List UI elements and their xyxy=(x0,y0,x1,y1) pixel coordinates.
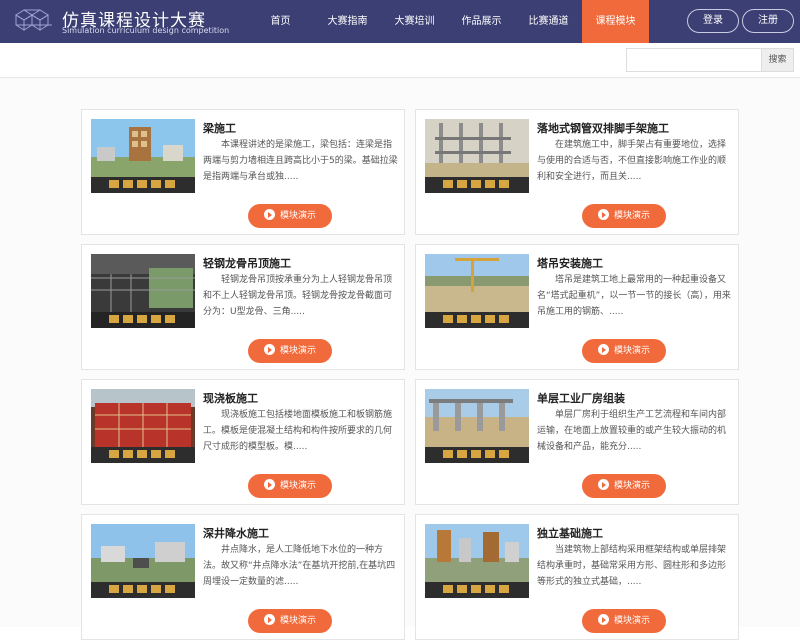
course-title[interactable]: 轻钢龙骨吊顶施工 xyxy=(203,255,291,271)
demo-button-label: 模块演示 xyxy=(613,346,650,356)
nav-training[interactable]: 大赛培训 xyxy=(381,0,448,43)
play-icon xyxy=(263,209,275,220)
nav-home[interactable]: 首页 xyxy=(247,0,314,43)
search-button[interactable]: 搜索 xyxy=(762,48,794,72)
demo-button-label: 模块演示 xyxy=(279,616,316,626)
play-icon xyxy=(597,344,609,355)
course-card: 独立基础施工 当建筑物上部结构采用框架结构或单层排架结构承重时，基础常采用方形、… xyxy=(415,514,739,640)
course-thumbnail[interactable] xyxy=(425,254,529,328)
course-description: 在建筑施工中，脚手架占有重要地位，选择与使用的合适与否，不但直接影响施工作业的顺… xyxy=(537,140,727,182)
course-description: 本课程讲述的是梁施工，梁包括：连梁是指两端与剪力墙相连且跨高比小于5的梁。基础拉… xyxy=(203,140,398,182)
search-bar: 搜索 xyxy=(0,43,800,78)
play-icon xyxy=(263,479,275,490)
course-card: 单层工业厂房组装 单层厂房利于组织生产工艺流程和车间内部运输，在地面上放置较重的… xyxy=(415,379,739,505)
course-thumbnail[interactable] xyxy=(91,119,195,193)
nav-course-modules[interactable]: 课程模块 xyxy=(582,0,649,43)
top-header: 仿真课程设计大赛 Simulation curriculum design co… xyxy=(0,0,800,43)
course-thumbnail[interactable] xyxy=(425,119,529,193)
course-card: 塔吊安装施工 塔吊是建筑工地上最常用的一种起重设备又名“塔式起重机”，以一节一节… xyxy=(415,244,739,370)
course-card: 梁施工 本课程讲述的是梁施工，梁包括：连梁是指两端与剪力墙相连且跨高比小于5的梁… xyxy=(81,109,405,235)
play-icon xyxy=(263,614,275,625)
nav-works[interactable]: 作品展示 xyxy=(448,0,515,43)
course-card: 深井降水施工 井点降水，是人工降低地下水位的一种方法。故又称“井点降水法”在基坑… xyxy=(81,514,405,640)
course-thumbnail[interactable] xyxy=(91,389,195,463)
course-card: 现浇板施工 现浇板施工包括楼地面模板施工和板钢筋施工。模板是使混凝土结构和构件按… xyxy=(81,379,405,505)
course-card: 轻钢龙骨吊顶施工 轻钢龙骨吊顶按承重分为上人轻钢龙骨吊顶和不上人轻钢龙骨吊顶。轻… xyxy=(81,244,405,370)
course-description: 现浇板施工包括楼地面模板施工和板钢筋施工。模板是使混凝土结构和构件按所要求的几何… xyxy=(203,410,393,452)
course-thumbnail[interactable] xyxy=(425,389,529,463)
course-description: 单层厂房利于组织生产工艺流程和车间内部运输，在地面上放置较重的或产生较大振动的机… xyxy=(537,410,727,452)
module-demo-button[interactable]: 模块演示 xyxy=(582,474,666,498)
course-description: 井点降水，是人工降低地下水位的一种方法。故又称“井点降水法”在基坑开挖前,在基坑… xyxy=(203,545,396,587)
demo-button-label: 模块演示 xyxy=(613,481,650,491)
course-title[interactable]: 塔吊安装施工 xyxy=(537,255,603,271)
course-grid: 梁施工 本课程讲述的是梁施工，梁包括：连梁是指两端与剪力墙相连且跨高比小于5的梁… xyxy=(0,78,800,640)
module-demo-button[interactable]: 模块演示 xyxy=(582,204,666,228)
demo-button-label: 模块演示 xyxy=(613,211,650,221)
demo-button-label: 模块演示 xyxy=(279,211,316,221)
module-demo-button[interactable]: 模块演示 xyxy=(248,204,332,228)
nav-contest-channel[interactable]: 比赛通道 xyxy=(515,0,582,43)
play-icon xyxy=(263,344,275,355)
play-icon xyxy=(597,614,609,625)
course-description: 塔吊是建筑工地上最常用的一种起重设备又名“塔式起重机”，以一节一节的接长（高），… xyxy=(537,275,731,317)
course-card: 落地式钢管双排脚手架施工 在建筑施工中，脚手架占有重要地位，选择与使用的合适与否… xyxy=(415,109,739,235)
course-title[interactable]: 单层工业厂房组装 xyxy=(537,390,625,406)
logo-icon[interactable] xyxy=(12,5,56,37)
play-icon xyxy=(597,209,609,220)
course-description: 轻钢龙骨吊顶按承重分为上人轻钢龙骨吊顶和不上人轻钢龙骨吊顶。轻钢龙骨按龙骨截面可… xyxy=(203,275,393,317)
course-title[interactable]: 深井降水施工 xyxy=(203,525,269,541)
site-subtitle: Simulation curriculum design competition xyxy=(62,26,230,35)
course-thumbnail[interactable] xyxy=(91,524,195,598)
course-title[interactable]: 独立基础施工 xyxy=(537,525,603,541)
module-demo-button[interactable]: 模块演示 xyxy=(582,339,666,363)
nav-guide[interactable]: 大赛指南 xyxy=(314,0,381,43)
course-title[interactable]: 现浇板施工 xyxy=(203,390,258,406)
login-button[interactable]: 登录 xyxy=(687,9,739,33)
main-nav: 首页 大赛指南 大赛培训 作品展示 比赛通道 课程模块 xyxy=(247,0,649,43)
demo-button-label: 模块演示 xyxy=(279,346,316,356)
course-thumbnail[interactable] xyxy=(425,524,529,598)
search-input[interactable] xyxy=(626,48,762,72)
register-button[interactable]: 注册 xyxy=(742,9,794,33)
course-title[interactable]: 落地式钢管双排脚手架施工 xyxy=(537,120,669,136)
module-demo-button[interactable]: 模块演示 xyxy=(248,339,332,363)
module-demo-button[interactable]: 模块演示 xyxy=(248,474,332,498)
play-icon xyxy=(597,479,609,490)
demo-button-label: 模块演示 xyxy=(279,481,316,491)
course-title[interactable]: 梁施工 xyxy=(203,120,236,136)
module-demo-button[interactable]: 模块演示 xyxy=(248,609,332,633)
module-demo-button[interactable]: 模块演示 xyxy=(582,609,666,633)
demo-button-label: 模块演示 xyxy=(613,616,650,626)
course-thumbnail[interactable] xyxy=(91,254,195,328)
course-description: 当建筑物上部结构采用框架结构或单层排架结构承重时，基础常采用方形、圆柱形和多边形… xyxy=(537,545,727,587)
